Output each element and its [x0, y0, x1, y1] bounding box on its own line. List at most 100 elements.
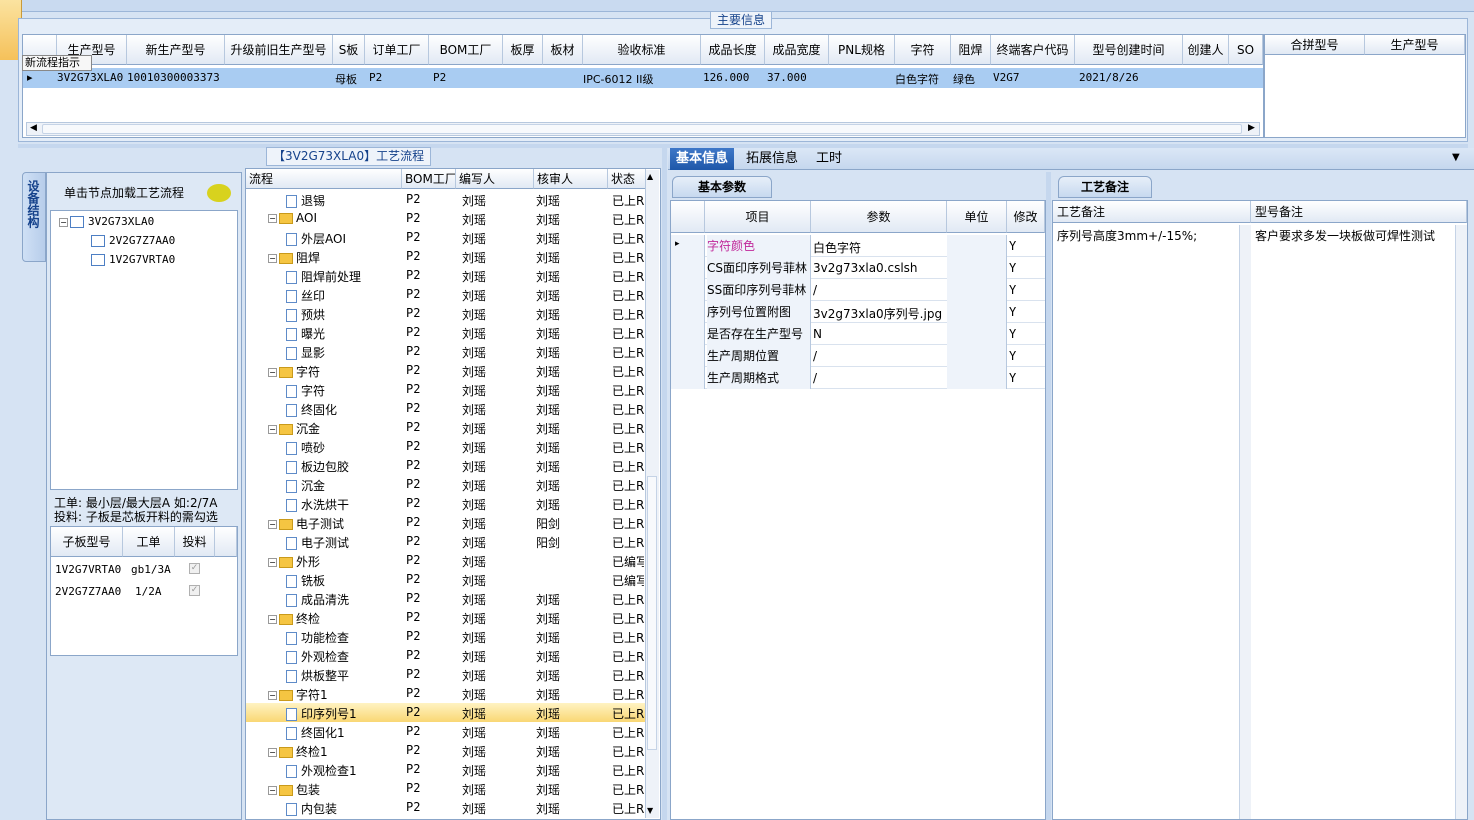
process-flow-grid[interactable]: 流程 BOM工厂 编写人 核审人 状态 退锡 P2 刘瑶 刘瑶 已上R − AOI P2 刘瑶刘… [245, 168, 661, 820]
process-row[interactable]: 内包装 P2 刘瑶 刘瑶 已上R [246, 798, 646, 817]
tab-process-remarks[interactable]: 工艺备注 [1058, 176, 1152, 198]
col-header-s-board[interactable]: S板 [333, 35, 365, 65]
process-writer-cell[interactable]: 刘瑶 [462, 629, 486, 646]
collapse-icon[interactable]: − [268, 214, 277, 223]
process-name-cell[interactable]: 显影 [286, 344, 402, 361]
cell-char[interactable]: 白色字符 [895, 71, 939, 87]
process-writer-cell[interactable]: 刘瑶 [462, 591, 486, 608]
process-writer-cell[interactable]: 刘瑶 [462, 743, 486, 760]
process-row[interactable]: 预烘 P2 刘瑶 刘瑶 已上R [246, 304, 646, 323]
tree-node-child[interactable]: 1V2G7VRTA0 [91, 253, 175, 266]
col-header-length[interactable]: 成品长度 [701, 35, 765, 65]
process-bom-cell[interactable]: P2 [406, 591, 420, 605]
process-row[interactable]: 外观检查 P2 刘瑶 刘瑶 已上R [246, 646, 646, 665]
process-status-cell[interactable]: 已上R [612, 211, 644, 228]
process-writer-cell[interactable]: 刘瑶 [462, 192, 486, 209]
param-row[interactable]: 生产周期格式 / Y [671, 367, 1045, 389]
process-status-cell[interactable]: 已上R [612, 534, 644, 551]
process-bom-cell[interactable]: P2 [406, 496, 420, 510]
collapse-icon[interactable]: − [268, 558, 277, 567]
process-bom-cell[interactable]: P2 [406, 230, 420, 244]
process-row[interactable]: 终固化 P2 刘瑶 刘瑶 已上R [246, 399, 646, 418]
process-bom-cell[interactable]: P2 [406, 211, 420, 225]
process-bom-cell[interactable]: P2 [406, 800, 420, 814]
tab-menu-chevron-icon[interactable]: ▼ [1452, 152, 1460, 163]
col-header-reviewer[interactable]: 核审人 [534, 169, 608, 189]
param-modify-cell[interactable]: Y [1009, 239, 1016, 253]
process-row[interactable]: 铣板 P2 刘瑶 已编写 [246, 570, 646, 589]
process-reviewer-cell[interactable]: 刘瑶 [536, 230, 560, 247]
process-reviewer-cell[interactable]: 刘瑶 [536, 344, 560, 361]
col-header-pnl[interactable]: PNL规格 [829, 35, 895, 65]
collapse-icon[interactable]: − [59, 217, 68, 227]
param-value-cell[interactable]: 3v2g73xla0.cslsh [813, 261, 945, 275]
process-name-cell[interactable]: 成品清洗 [286, 591, 402, 608]
process-status-cell[interactable]: 已上R [612, 629, 644, 646]
param-modify-cell[interactable]: Y [1009, 349, 1016, 363]
tree-node-child[interactable]: 2V2G7Z7AA0 [91, 234, 175, 247]
process-bom-cell[interactable]: P2 [406, 325, 420, 339]
col-header-param[interactable]: 参数 [811, 201, 947, 233]
col-header-width[interactable]: 成品宽度 [765, 35, 829, 65]
process-status-cell[interactable]: 已上R [612, 344, 644, 361]
process-row[interactable]: 终固化1 P2 刘瑶 刘瑶 已上R [246, 722, 646, 741]
process-row[interactable]: 阻焊前处理 P2 刘瑶 刘瑶 已上R [246, 266, 646, 285]
process-name-cell[interactable]: 外观检查1 [286, 762, 402, 779]
process-name-cell[interactable]: − 包装 [268, 781, 402, 798]
param-item-cell[interactable]: 是否存在生产型号 [707, 323, 811, 345]
process-reviewer-cell[interactable]: 刘瑶 [536, 648, 560, 665]
process-reviewer-cell[interactable]: 刘瑶 [536, 420, 560, 437]
process-writer-cell[interactable]: 刘瑶 [462, 287, 486, 304]
process-row[interactable]: − 字符1 P2 刘瑶 刘瑶 已上R [246, 684, 646, 703]
process-writer-cell[interactable]: 刘瑶 [462, 477, 486, 494]
process-name-cell[interactable]: − 字符1 [268, 686, 402, 703]
process-name-cell[interactable]: 功能检查 [286, 629, 402, 646]
param-unit-cell[interactable] [947, 257, 1007, 279]
col-header-so[interactable]: SO [1229, 35, 1263, 65]
param-row[interactable]: ▸ 字符颜色 白色字符 Y [671, 235, 1045, 257]
process-status-cell[interactable]: 已上R [612, 325, 644, 342]
cell-created[interactable]: 2021/8/26 [1079, 71, 1139, 84]
scroll-right-icon[interactable]: ▶ [1248, 123, 1255, 133]
process-reviewer-cell[interactable]: 刘瑶 [536, 591, 560, 608]
tab-basic-info[interactable]: 基本信息 [670, 148, 735, 170]
process-bom-cell[interactable]: P2 [406, 629, 420, 643]
process-row[interactable]: 板边包胶 P2 刘瑶 刘瑶 已上R [246, 456, 646, 475]
cell-length[interactable]: 126.000 [703, 71, 749, 84]
param-value-cell[interactable]: / [813, 371, 945, 385]
process-reviewer-cell[interactable]: 刘瑶 [536, 306, 560, 323]
param-item-cell[interactable]: 生产周期格式 [707, 367, 811, 389]
param-item-cell[interactable]: 字符颜色 [707, 235, 811, 257]
process-writer-cell[interactable]: 刘瑶 [462, 762, 486, 779]
param-modify-cell[interactable]: Y [1009, 327, 1016, 341]
process-remark-text[interactable]: 序列号高度3mm+/-15%; [1057, 227, 1237, 244]
process-name-cell[interactable]: 曝光 [286, 325, 402, 342]
process-reviewer-cell[interactable]: 刘瑶 [536, 686, 560, 703]
process-name-cell[interactable]: − 外形 [268, 553, 402, 570]
merge-model-grid[interactable]: 合拼型号 生产型号 [1264, 34, 1466, 138]
process-row[interactable]: − 沉金 P2 刘瑶 刘瑶 已上R [246, 418, 646, 437]
process-writer-cell[interactable]: 刘瑶 [462, 705, 486, 722]
process-bom-cell[interactable]: P2 [406, 363, 420, 377]
process-name-cell[interactable]: 丝印 [286, 287, 402, 304]
scrollbar-thumb[interactable] [647, 476, 657, 750]
process-bom-cell[interactable]: P2 [406, 534, 420, 548]
scroll-left-icon[interactable]: ◀ [30, 123, 37, 133]
process-status-cell[interactable]: 已上R [612, 724, 644, 741]
param-value-cell[interactable]: N [813, 327, 945, 341]
process-reviewer-cell[interactable]: 刘瑶 [536, 211, 560, 228]
process-writer-cell[interactable]: 刘瑶 [462, 572, 486, 589]
process-bom-cell[interactable]: P2 [406, 648, 420, 662]
process-status-cell[interactable]: 已上R [612, 477, 644, 494]
process-status-cell[interactable]: 已上R [612, 667, 644, 684]
param-row[interactable]: CS面印序列号菲林 3v2g73xla0.cslsh Y [671, 257, 1045, 279]
model-remark-text[interactable]: 客户要求多发一块板做可焊性测试 [1255, 227, 1455, 244]
process-reviewer-cell[interactable]: 刘瑶 [536, 325, 560, 342]
param-row[interactable]: SS面印序列号菲林 / Y [671, 279, 1045, 301]
process-writer-cell[interactable]: 刘瑶 [462, 781, 486, 798]
param-item-cell[interactable]: 序列号位置附图 [707, 301, 811, 323]
col-header-new-model[interactable]: 新生产型号 [127, 35, 225, 65]
scroll-up-icon[interactable]: ▲ [647, 172, 653, 181]
process-status-cell[interactable]: 已上R [612, 192, 644, 209]
param-value-cell[interactable]: / [813, 283, 945, 297]
